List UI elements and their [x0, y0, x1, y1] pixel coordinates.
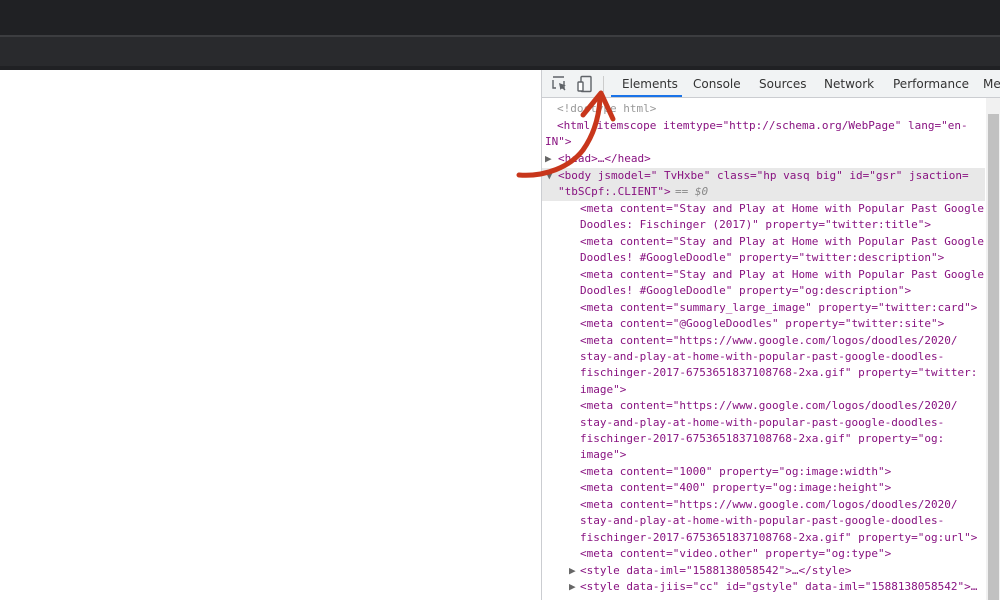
meta-og-image-height-line[interactable]: <meta content="400" property="og:image:h… — [580, 480, 891, 496]
meta-twitter-image-line-cont3[interactable]: image"> — [580, 382, 626, 398]
browser-toolbar — [0, 35, 1000, 68]
browser-titlebar — [0, 0, 1000, 35]
html-open-line[interactable]: <html itemscope itemtype="http://schema.… — [557, 118, 968, 134]
meta-twitter-description-line[interactable]: <meta content="Stay and Play at Home wit… — [580, 234, 984, 250]
body-node-line[interactable]: <body jsmodel=" TvHxbe" class="hp vasq b… — [558, 168, 969, 184]
head-node-line[interactable]: <head>…</head> — [558, 151, 651, 167]
meta-og-url-line[interactable]: <meta content="https://www.google.com/lo… — [580, 497, 958, 513]
vertical-scrollbar-thumb[interactable] — [988, 114, 999, 600]
meta-twitter-image-line-cont[interactable]: stay-and-play-at-home-with-popular-past-… — [580, 349, 944, 365]
gstyle-node-line[interactable]: <style data-jiis="cc" id="gstyle" data-i… — [580, 579, 977, 595]
selected-node-marker: == $0 — [675, 185, 709, 198]
meta-og-image-line-cont3[interactable]: image"> — [580, 447, 626, 463]
meta-og-url-line-cont2[interactable]: fischinger-2017-6753651837108768-2xa.gif… — [580, 530, 977, 546]
tab-sources[interactable]: Sources — [759, 70, 806, 97]
elements-tree[interactable]: <!doctype html> <html itemscope itemtype… — [542, 98, 985, 600]
style-node-line[interactable]: <style data-iml="1588138058542">…</style… — [580, 563, 852, 579]
meta-twitter-image-line-cont2[interactable]: fischinger-2017-6753651837108768-2xa.gif… — [580, 365, 977, 381]
inspect-element-icon[interactable] — [551, 75, 569, 93]
devtools-toolbar: Elements Console Sources Network Perform… — [542, 70, 1000, 98]
meta-twitter-description-line-cont[interactable]: Doodles! #GoogleDoodle" property="twitte… — [580, 250, 944, 266]
tab-network[interactable]: Network — [824, 70, 874, 97]
meta-twitter-card-line[interactable]: <meta content="summary_large_image" prop… — [580, 300, 977, 316]
meta-twitter-image-line[interactable]: <meta content="https://www.google.com/lo… — [580, 333, 958, 349]
tab-elements[interactable]: Elements — [622, 70, 678, 97]
meta-og-description-line[interactable]: <meta content="Stay and Play at Home wit… — [580, 267, 984, 283]
tab-performance[interactable]: Performance — [893, 70, 969, 97]
meta-og-image-line-cont[interactable]: stay-and-play-at-home-with-popular-past-… — [580, 415, 944, 431]
doctype-line[interactable]: <!doctype html> — [557, 101, 656, 117]
toolbar-separator — [603, 76, 604, 92]
device-toolbar-icon[interactable] — [576, 75, 594, 93]
tab-memory[interactable]: Me — [983, 70, 1000, 97]
meta-twitter-title-line-cont[interactable]: Doodles: Fischinger (2017)" property="tw… — [580, 217, 931, 233]
meta-twitter-site-line[interactable]: <meta content="@GoogleDoodles" property=… — [580, 316, 944, 332]
meta-og-url-line-cont[interactable]: stay-and-play-at-home-with-popular-past-… — [580, 513, 944, 529]
meta-og-type-line[interactable]: <meta content="video.other" property="og… — [580, 546, 891, 562]
expand-gstyle-icon[interactable]: ▶ — [569, 579, 576, 595]
devtools-panel: Elements Console Sources Network Perform… — [541, 70, 1000, 600]
meta-og-description-line-cont[interactable]: Doodles! #GoogleDoodle" property="og:des… — [580, 283, 911, 299]
meta-og-image-line[interactable]: <meta content="https://www.google.com/lo… — [580, 398, 958, 414]
tab-console[interactable]: Console — [693, 70, 741, 97]
meta-og-image-line-cont2[interactable]: fischinger-2017-6753651837108768-2xa.gif… — [580, 431, 944, 447]
web-page-viewport[interactable] — [0, 70, 541, 600]
expand-style-icon[interactable]: ▶ — [569, 563, 576, 579]
active-tab-indicator — [611, 95, 682, 97]
body-node-line-cont[interactable]: "tbSCpf:.CLIENT"> — [558, 184, 671, 200]
meta-og-image-width-line[interactable]: <meta content="1000" property="og:image:… — [580, 464, 891, 480]
html-open-line-cont[interactable]: IN"> — [545, 134, 572, 150]
collapse-body-icon[interactable]: ▼ — [546, 168, 553, 184]
expand-head-icon[interactable]: ▶ — [545, 151, 552, 167]
meta-twitter-title-line[interactable]: <meta content="Stay and Play at Home wit… — [580, 201, 984, 217]
